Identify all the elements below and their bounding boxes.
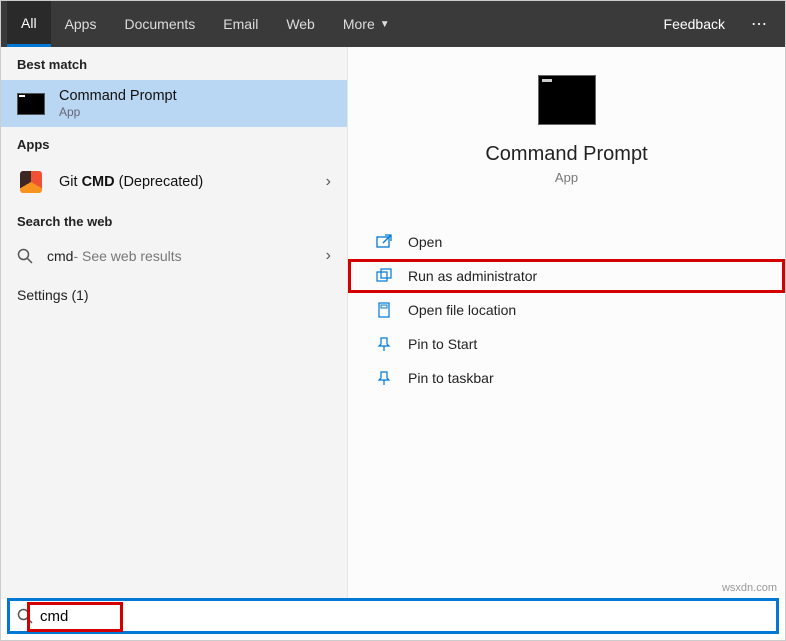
search-filter-tabs: All Apps Documents Email Web More▼ Feedb… (1, 1, 785, 47)
watermark: wsxdn.com (722, 582, 777, 594)
shield-icon (374, 268, 394, 284)
chevron-right-icon: › (326, 173, 331, 191)
preview-subtype: App (348, 170, 785, 185)
chevron-down-icon: ▼ (380, 19, 390, 30)
result-subtype: App (59, 105, 177, 119)
preview-pane: Command Prompt App Open Run as administr… (348, 47, 785, 599)
folder-icon (374, 302, 394, 318)
action-label: Run as administrator (408, 268, 537, 284)
git-icon (17, 168, 45, 196)
tab-email[interactable]: Email (209, 1, 272, 47)
section-search-web: Search the web (1, 204, 347, 237)
action-label: Pin to taskbar (408, 370, 494, 386)
result-title: Command Prompt (59, 88, 177, 104)
action-label: Pin to Start (408, 336, 477, 352)
action-pin-to-taskbar[interactable]: Pin to taskbar (348, 361, 785, 395)
chevron-right-icon: › (326, 247, 331, 265)
web-results-hint: - See web results (73, 248, 181, 264)
results-column: Best match Command Prompt App Apps Git C… (1, 47, 348, 599)
search-input[interactable] (40, 601, 776, 631)
action-run-as-administrator[interactable]: Run as administrator (348, 259, 785, 293)
search-icon (17, 248, 33, 264)
result-settings-group[interactable]: Settings (1) (1, 275, 347, 315)
action-label: Open (408, 234, 442, 250)
result-command-prompt[interactable]: Command Prompt App (1, 80, 347, 127)
action-open[interactable]: Open (348, 225, 785, 259)
tab-apps[interactable]: Apps (51, 1, 111, 47)
web-query-text: cmd (47, 248, 73, 264)
search-icon (10, 608, 40, 624)
result-title: Git CMD (Deprecated) (59, 174, 203, 190)
result-git-cmd[interactable]: Git CMD (Deprecated) › (1, 160, 347, 204)
open-icon (374, 234, 394, 250)
tab-documents[interactable]: Documents (110, 1, 209, 47)
preview-actions: Open Run as administrator Open file loca… (348, 225, 785, 395)
feedback-link[interactable]: Feedback (650, 1, 739, 47)
tab-web[interactable]: Web (272, 1, 329, 47)
search-bar[interactable] (7, 598, 779, 634)
pin-icon (374, 336, 394, 352)
result-web-search[interactable]: cmd - See web results › (1, 237, 347, 275)
command-prompt-icon (17, 90, 45, 118)
action-open-file-location[interactable]: Open file location (348, 293, 785, 327)
tab-more[interactable]: More▼ (329, 1, 404, 47)
search-content: Best match Command Prompt App Apps Git C… (1, 47, 785, 599)
overflow-menu[interactable]: ⋯ (739, 1, 779, 47)
preview-app-icon (538, 75, 596, 125)
section-best-match: Best match (1, 47, 347, 80)
action-label: Open file location (408, 302, 516, 318)
pin-icon (374, 370, 394, 386)
section-apps: Apps (1, 127, 347, 160)
action-pin-to-start[interactable]: Pin to Start (348, 327, 785, 361)
preview-title: Command Prompt (348, 143, 785, 166)
tab-all[interactable]: All (7, 1, 51, 47)
